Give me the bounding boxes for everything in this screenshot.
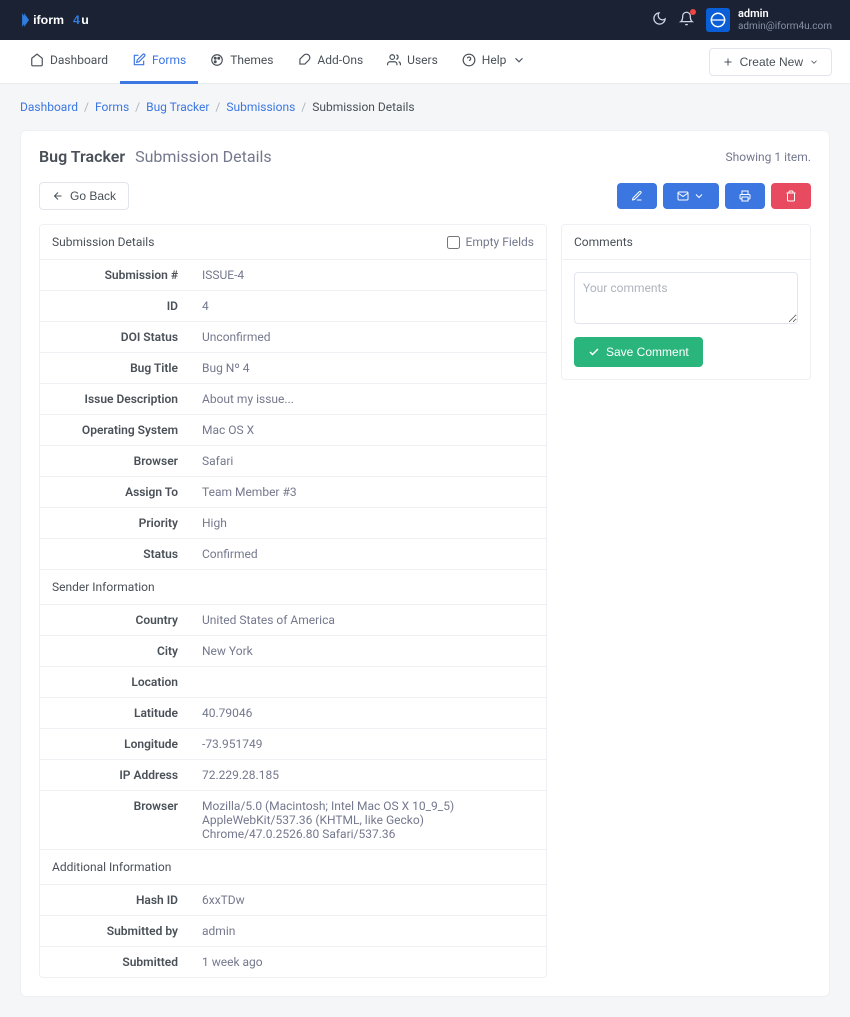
nav-label: Help	[482, 53, 507, 67]
logo[interactable]: iform 4 u	[18, 11, 128, 29]
chevron-down-icon	[693, 190, 705, 202]
avatar	[706, 8, 730, 32]
trash-icon	[785, 190, 797, 202]
breadcrumb-link[interactable]: Dashboard	[20, 100, 78, 114]
comments-panel: Comments Save Comment	[561, 224, 811, 380]
table-row: PriorityHigh	[40, 508, 546, 539]
breadcrumb: Dashboard/ Forms/ Bug Tracker/ Submissio…	[0, 84, 850, 130]
user-menu[interactable]: admin admin@iform4u.com	[706, 7, 832, 32]
nav-users[interactable]: Users	[375, 40, 450, 84]
breadcrumb-link[interactable]: Bug Tracker	[146, 100, 209, 114]
table-row: Submitted byadmin	[40, 916, 546, 947]
table-row: Hash ID6xxTDw	[40, 885, 546, 916]
nav-label: Themes	[230, 53, 273, 67]
nav-label: Add-Ons	[317, 53, 363, 67]
table-row: BrowserSafari	[40, 446, 546, 477]
table-row: StatusConfirmed	[40, 539, 546, 570]
nav-label: Dashboard	[50, 53, 108, 67]
chevron-down-icon	[809, 57, 819, 67]
table-row: BrowserMozilla/5.0 (Macintosh; Intel Mac…	[40, 791, 546, 850]
comment-input[interactable]	[574, 272, 798, 324]
table-row: Assign ToTeam Member #3	[40, 477, 546, 508]
edit-button[interactable]	[617, 183, 657, 209]
nav-forms[interactable]: Forms	[120, 40, 198, 84]
table-row: Operating SystemMac OS X	[40, 415, 546, 446]
main-card: Bug Tracker Submission Details Showing 1…	[20, 130, 830, 997]
breadcrumb-link[interactable]: Submissions	[226, 100, 295, 114]
dark-mode-icon[interactable]	[652, 11, 667, 29]
table-row: IP Address72.229.28.185	[40, 760, 546, 791]
breadcrumb-link[interactable]: Forms	[95, 100, 129, 114]
section-header: Sender Information	[40, 570, 546, 605]
nav-themes[interactable]: Themes	[198, 40, 285, 84]
table-row: Longitude-73.951749	[40, 729, 546, 760]
check-icon	[588, 346, 600, 358]
page-title: Bug Tracker Submission Details	[39, 147, 272, 166]
top-header: iform 4 u admin admin@iform4u.com	[0, 0, 850, 40]
go-back-button[interactable]: Go Back	[39, 182, 129, 210]
nav-label: Forms	[152, 53, 186, 67]
save-comment-button[interactable]: Save Comment	[574, 337, 703, 367]
nav-addons[interactable]: Add-Ons	[285, 40, 375, 84]
table-row: ID4	[40, 291, 546, 322]
print-button[interactable]	[725, 183, 765, 209]
table-row: Latitude40.79046	[40, 698, 546, 729]
submission-details-table: Submission Details Empty Fields Submissi…	[39, 224, 547, 978]
notifications-icon[interactable]	[679, 11, 694, 29]
table-row: Issue DescriptionAbout my issue...	[40, 384, 546, 415]
showing-count: Showing 1 item.	[726, 150, 811, 164]
svg-text:4: 4	[73, 13, 80, 27]
table-row: CountryUnited States of America	[40, 605, 546, 636]
pencil-icon	[631, 190, 643, 202]
delete-button[interactable]	[771, 183, 811, 209]
chevron-down-icon	[512, 53, 526, 67]
table-row: DOI StatusUnconfirmed	[40, 322, 546, 353]
arrow-left-icon	[52, 190, 64, 202]
breadcrumb-current: Submission Details	[312, 100, 414, 114]
nav-bar: Dashboard Forms Themes Add-Ons Users Hel…	[0, 40, 850, 84]
print-icon	[739, 190, 751, 202]
empty-fields-checkbox[interactable]	[447, 236, 460, 249]
email-button[interactable]	[663, 183, 719, 209]
user-email: admin@iform4u.com	[738, 21, 832, 33]
section-header: Additional Information	[40, 850, 546, 885]
table-header: Submission Details	[52, 235, 154, 249]
user-name: admin	[738, 7, 832, 20]
nav-label: Users	[407, 53, 438, 67]
table-row: Submission #ISSUE-4	[40, 260, 546, 291]
create-new-button[interactable]: Create New	[709, 48, 832, 76]
table-row: Bug TitleBug Nº 4	[40, 353, 546, 384]
svg-text:iform: iform	[33, 13, 64, 27]
mail-icon	[677, 190, 689, 202]
table-row: Submitted1 week ago	[40, 947, 546, 977]
svg-text:u: u	[81, 13, 89, 27]
table-row: Location	[40, 667, 546, 698]
comments-header: Comments	[562, 225, 810, 260]
plus-icon	[722, 56, 734, 68]
empty-fields-toggle[interactable]: Empty Fields	[447, 235, 534, 249]
nav-help[interactable]: Help	[450, 40, 539, 84]
table-row: CityNew York	[40, 636, 546, 667]
nav-dashboard[interactable]: Dashboard	[18, 40, 120, 84]
